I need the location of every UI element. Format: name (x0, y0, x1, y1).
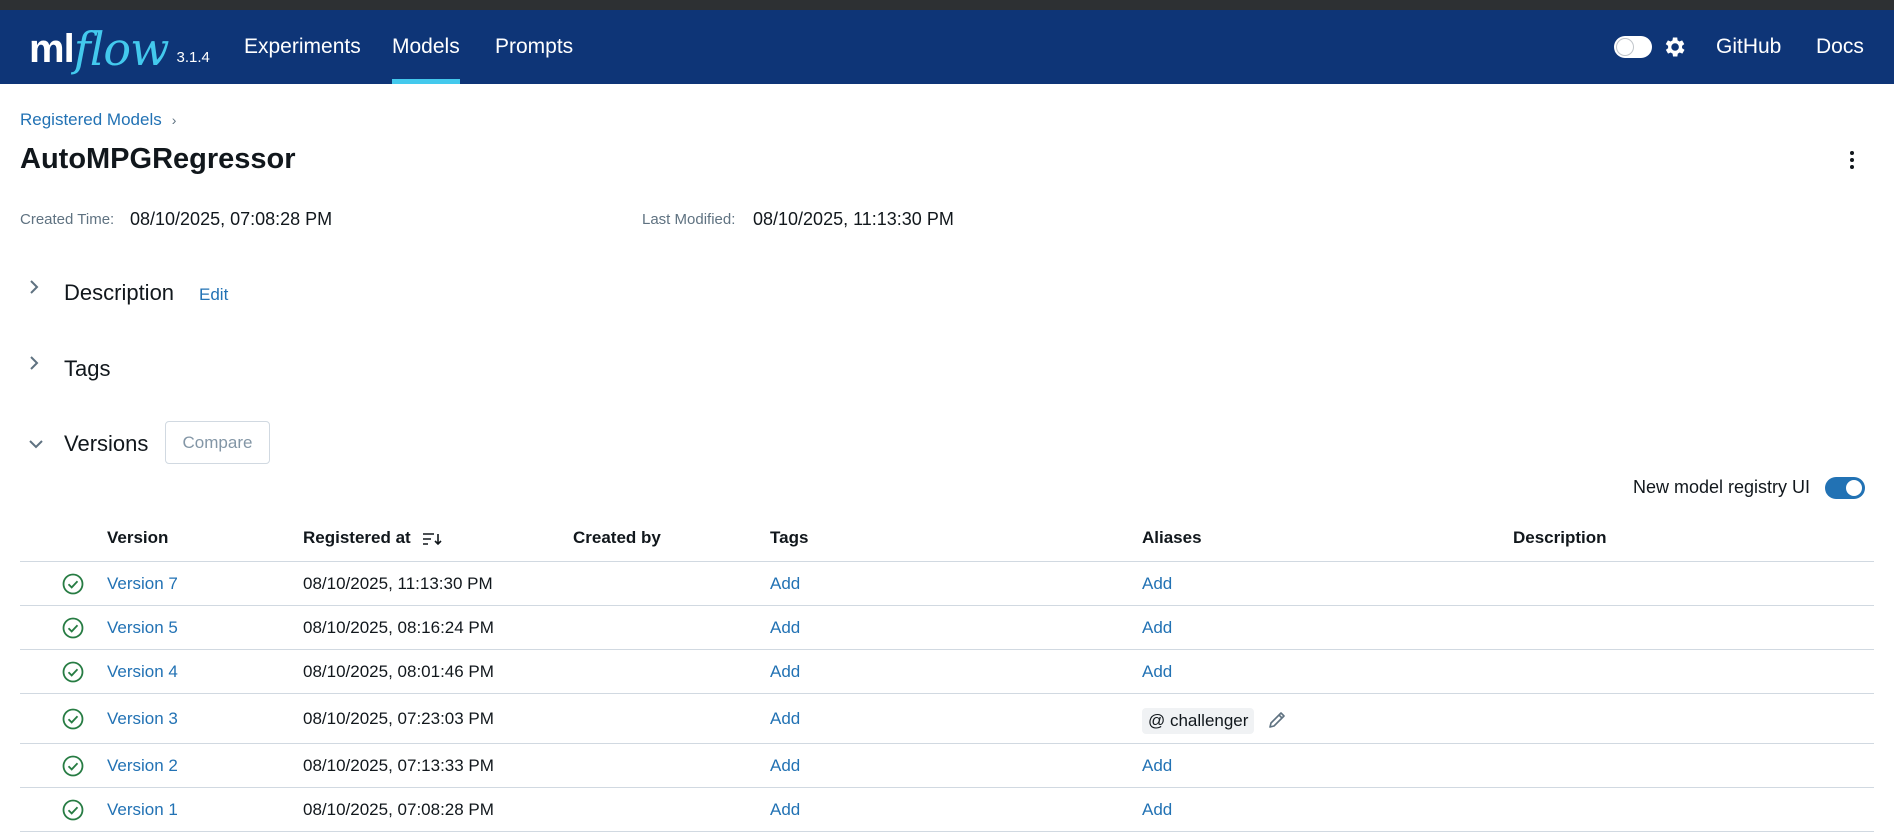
registered-at-cell: 08/10/2025, 07:23:03 PM (303, 708, 494, 728)
description-chevron-right-icon[interactable] (28, 279, 42, 300)
aliases-cell: @ challenger (1142, 694, 1288, 743)
created-time-value: 08/10/2025, 07:08:28 PM (130, 209, 333, 229)
version-link[interactable]: Version 5 (107, 606, 178, 649)
breadcrumb: Registered Models › (20, 110, 176, 130)
sort-descending-icon[interactable] (421, 530, 443, 548)
status-ready-icon (62, 606, 84, 649)
nav-link-github[interactable]: GitHub (1716, 10, 1781, 84)
add-tag-link[interactable]: Add (770, 744, 800, 787)
gear-icon[interactable] (1661, 32, 1687, 60)
header-registered-at-label: Registered at (303, 528, 411, 547)
versions-section-title[interactable]: Versions (64, 431, 148, 457)
add-alias-link[interactable]: Add (1142, 788, 1172, 831)
header-description: Description (1513, 528, 1607, 547)
add-tag-link[interactable]: Add (770, 606, 800, 649)
registered-at-cell: 08/10/2025, 11:13:30 PM (303, 573, 493, 593)
chevron-right-icon: › (171, 112, 177, 128)
add-tag-link[interactable]: Add (770, 694, 800, 743)
toggle-knob (1616, 38, 1634, 56)
versions-chevron-down-icon[interactable] (27, 434, 43, 455)
new-registry-ui-toggle[interactable] (1825, 477, 1865, 499)
header-registered-at[interactable]: Registered at (303, 518, 443, 562)
status-ready-icon (62, 788, 84, 831)
breadcrumb-registered-models[interactable]: Registered Models (20, 110, 162, 130)
add-tag-link[interactable]: Add (770, 788, 800, 831)
version-link[interactable]: Version 7 (107, 562, 178, 605)
new-registry-ui-label: New model registry UI (1633, 477, 1811, 497)
status-ready-icon (62, 650, 84, 693)
version-link[interactable]: Version 1 (107, 788, 178, 831)
status-ready-icon (62, 562, 84, 605)
add-alias-link[interactable]: Add (1142, 606, 1172, 649)
alias-tag[interactable]: @ challenger (1142, 707, 1255, 734)
nav-link-prompts[interactable]: Prompts (495, 10, 573, 84)
add-alias-link[interactable]: Add (1142, 650, 1172, 693)
table-header-row: Version Registered at Created by Tags Al… (20, 518, 1874, 562)
header-version[interactable]: Version (107, 518, 168, 562)
page-title: AutoMPGRegressor (20, 143, 296, 175)
table-row: Version 5 08/10/2025, 08:16:24 PM Add Ad… (20, 606, 1874, 650)
last-modified-label: Last Modified: (642, 211, 736, 228)
version-link[interactable]: Version 2 (107, 744, 178, 787)
header-aliases: Aliases (1142, 528, 1202, 547)
logo-ml-text: ml (29, 27, 75, 71)
header-tags: Tags (770, 528, 809, 547)
table-row: Version 3 08/10/2025, 07:23:03 PM Add @ … (20, 694, 1874, 744)
more-options-icon[interactable] (1845, 146, 1859, 174)
table-row: Version 7 08/10/2025, 11:13:30 PM Add Ad… (20, 562, 1874, 606)
dark-mode-toggle[interactable] (1614, 36, 1652, 58)
version-link[interactable]: Version 3 (107, 694, 178, 743)
nav-link-experiments[interactable]: Experiments (244, 10, 361, 84)
table-row: Version 4 08/10/2025, 08:01:46 PM Add Ad… (20, 650, 1874, 694)
tags-section-title[interactable]: Tags (64, 356, 110, 382)
created-time-label: Created Time: (20, 211, 115, 228)
top-navigation-bar: ml flow 3.1.4 Experiments Models Prompts… (0, 10, 1894, 84)
window-top-strip (0, 0, 1894, 10)
registered-at-cell: 08/10/2025, 07:13:33 PM (303, 755, 494, 775)
table-row: Version 1 08/10/2025, 07:08:28 PM Add Ad… (20, 788, 1874, 832)
add-alias-link[interactable]: Add (1142, 744, 1172, 787)
header-created-by[interactable]: Created by (573, 518, 661, 562)
registered-at-cell: 08/10/2025, 08:01:46 PM (303, 661, 494, 681)
compare-button[interactable]: Compare (165, 421, 270, 464)
add-alias-link[interactable]: Add (1142, 562, 1172, 605)
logo-flow-text: flow (73, 22, 170, 76)
pencil-icon[interactable] (1266, 709, 1288, 731)
last-modified-value: 08/10/2025, 11:13:30 PM (753, 209, 954, 229)
mlflow-logo[interactable]: ml flow 3.1.4 (29, 20, 210, 72)
table-row: Version 2 08/10/2025, 07:13:33 PM Add Ad… (20, 744, 1874, 788)
description-section-title[interactable]: Description (64, 280, 174, 306)
add-tag-link[interactable]: Add (770, 650, 800, 693)
registered-at-cell: 08/10/2025, 08:16:24 PM (303, 617, 494, 637)
add-tag-link[interactable]: Add (770, 562, 800, 605)
nav-link-models[interactable]: Models (392, 10, 460, 84)
versions-table: Version Registered at Created by Tags Al… (20, 518, 1874, 832)
status-ready-icon (62, 694, 84, 743)
description-edit-link[interactable]: Edit (199, 285, 228, 305)
status-ready-icon (62, 744, 84, 787)
tags-chevron-right-icon[interactable] (28, 355, 42, 376)
mlflow-version: 3.1.4 (176, 49, 210, 66)
version-link[interactable]: Version 4 (107, 650, 178, 693)
toggle-knob (1846, 480, 1862, 496)
registered-at-cell: 08/10/2025, 07:08:28 PM (303, 799, 494, 819)
nav-link-docs[interactable]: Docs (1816, 10, 1864, 84)
